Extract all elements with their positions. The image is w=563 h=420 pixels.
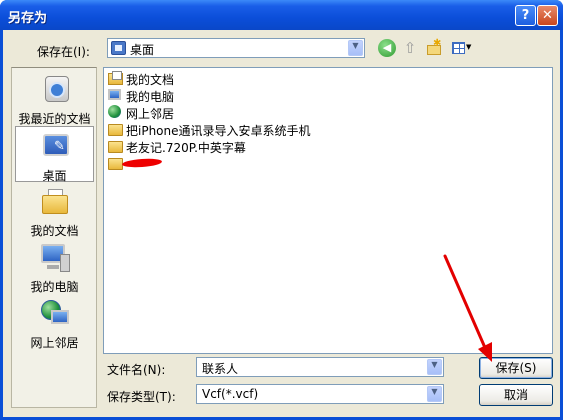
title-bar[interactable]: 另存为 ? ✕ bbox=[0, 0, 563, 30]
my-computer-icon bbox=[108, 89, 121, 100]
place-network[interactable]: 网上邻居 bbox=[15, 294, 94, 350]
save-in-value: 桌面 bbox=[130, 43, 155, 57]
place-label: 我最近的文档 bbox=[18, 112, 91, 126]
file-name: 把iPhone通讯录导入安卓系统手机 bbox=[126, 124, 311, 138]
filetype-dropdown[interactable]: Vcf(*.vcf) ▼ bbox=[196, 384, 444, 404]
place-my-documents[interactable]: 我的文档 bbox=[15, 182, 94, 238]
filename-field[interactable]: 联系人 ▼ bbox=[196, 357, 444, 377]
place-recent-documents[interactable]: 我最近的文档 bbox=[15, 70, 94, 126]
my-documents-icon bbox=[108, 71, 123, 85]
chevron-down-icon[interactable]: ▼ bbox=[348, 40, 363, 56]
place-label: 我的电脑 bbox=[30, 280, 79, 294]
network-places-icon bbox=[39, 298, 71, 330]
file-list[interactable]: 我的文档 我的电脑 网上邻居 把iPhone通讯录导入安卓系统手机 老友记.72… bbox=[103, 67, 553, 354]
network-places-icon bbox=[108, 105, 121, 118]
help-button[interactable]: ? bbox=[515, 5, 536, 26]
chevron-down-icon[interactable]: ▼ bbox=[427, 386, 442, 402]
filetype-label: 保存类型(T): bbox=[107, 390, 176, 404]
save-as-dialog: 另存为 ? ✕ 保存在(I): 桌面 ▼ ◀ ⇧ ✱ ▼ 我最近的文档 ✎ 桌面… bbox=[0, 0, 563, 420]
chevron-down-icon[interactable]: ▼ bbox=[427, 359, 442, 375]
place-my-computer[interactable]: 我的电脑 bbox=[15, 238, 94, 294]
folder-icon bbox=[108, 158, 123, 170]
save-in-label: 保存在(I): bbox=[37, 45, 90, 59]
file-name: 我的文档 bbox=[126, 73, 175, 87]
filename-value: 联系人 bbox=[202, 362, 239, 376]
window-title: 另存为 bbox=[8, 11, 48, 26]
place-desktop[interactable]: ✎ 桌面 bbox=[15, 126, 94, 183]
my-computer-icon bbox=[39, 242, 71, 274]
place-label: 我的文档 bbox=[30, 224, 79, 238]
save-button[interactable]: 保存(S) bbox=[479, 357, 553, 379]
file-name: 老友记.720P.中英字幕 bbox=[126, 141, 246, 155]
desktop-icon: ✎ bbox=[40, 131, 72, 163]
folder-icon bbox=[108, 124, 123, 136]
save-in-dropdown[interactable]: 桌面 ▼ bbox=[107, 38, 365, 58]
cancel-button[interactable]: 取消 bbox=[479, 384, 553, 406]
file-name: 网上邻居 bbox=[126, 107, 175, 121]
filetype-value: Vcf(*.vcf) bbox=[202, 387, 259, 401]
redaction-mark bbox=[121, 157, 163, 169]
back-icon[interactable]: ◀ bbox=[378, 39, 396, 57]
recent-documents-icon bbox=[39, 74, 71, 106]
up-folder-icon[interactable]: ⇧ bbox=[401, 39, 419, 57]
places-bar: 我最近的文档 ✎ 桌面 我的文档 我的电脑 网上邻居 bbox=[11, 67, 97, 408]
views-menu-icon[interactable]: ▼ bbox=[450, 39, 472, 57]
my-documents-icon bbox=[39, 186, 71, 218]
dialog-body: 保存在(I): 桌面 ▼ ◀ ⇧ ✱ ▼ 我最近的文档 ✎ 桌面 我的文档 我的… bbox=[3, 30, 560, 417]
file-name: 我的电脑 bbox=[126, 90, 175, 104]
desktop-small-icon bbox=[111, 41, 126, 55]
close-button[interactable]: ✕ bbox=[537, 5, 558, 26]
folder-icon bbox=[108, 141, 123, 153]
new-folder-icon[interactable]: ✱ bbox=[425, 38, 443, 57]
place-label: 网上邻居 bbox=[30, 336, 79, 350]
filename-label: 文件名(N): bbox=[107, 363, 166, 377]
